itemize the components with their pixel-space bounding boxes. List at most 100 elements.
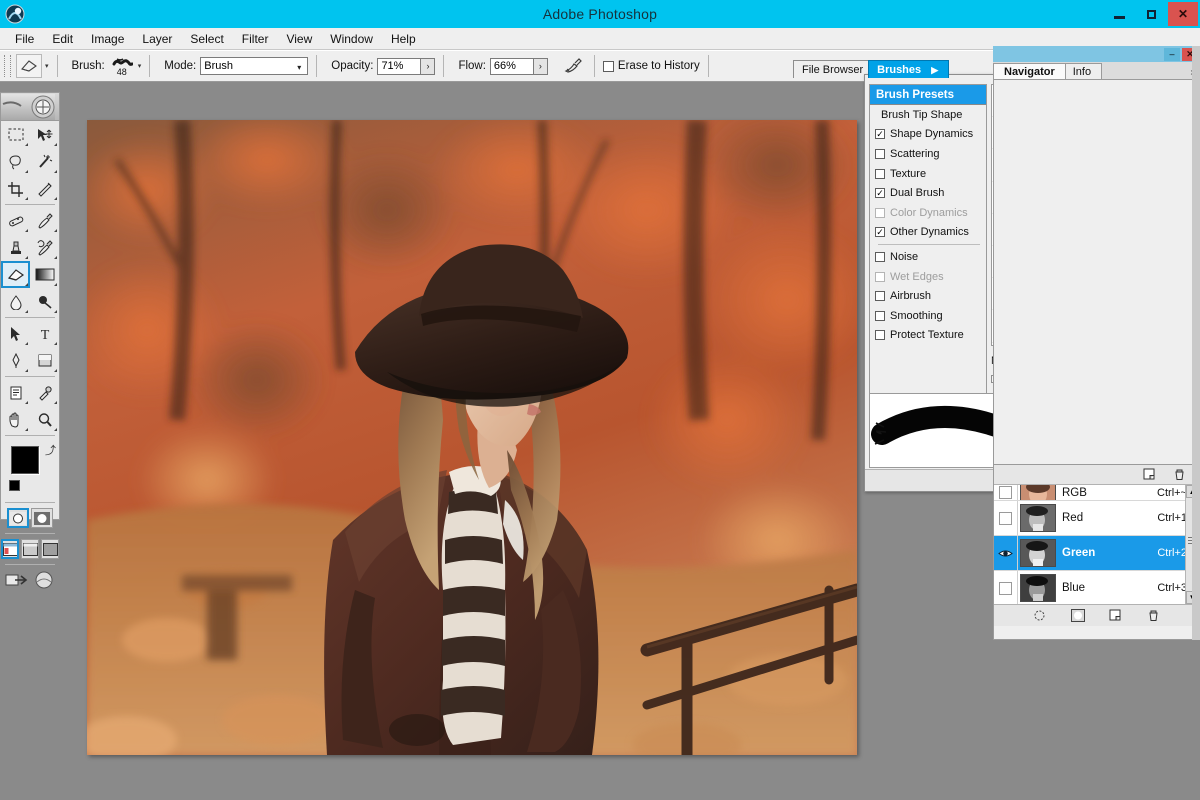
standard-mode-button[interactable] (7, 508, 29, 528)
move-tool[interactable] (30, 121, 59, 148)
airbrush-row[interactable]: Airbrush (870, 286, 986, 306)
opacity-slider-button[interactable]: › (421, 58, 435, 75)
options-bar-grip[interactable] (4, 55, 11, 77)
menu-image[interactable]: Image (82, 30, 133, 48)
menu-select[interactable]: Select (181, 30, 232, 48)
full-screen-menubar-mode-button[interactable] (21, 539, 39, 559)
tab-file-browser[interactable]: File Browser (793, 60, 874, 78)
blur-tool[interactable] (1, 288, 30, 315)
notes-tool[interactable] (1, 379, 30, 406)
type-tool[interactable]: T (30, 320, 59, 347)
maximize-button[interactable] (1136, 2, 1166, 26)
slice-tool[interactable] (30, 175, 59, 202)
jump-to-imageready-icon[interactable] (5, 570, 31, 590)
checkbox-checked-icon[interactable]: ✓ (875, 129, 885, 139)
default-colors-icon[interactable] (9, 480, 20, 491)
brush-caret-icon[interactable]: ▾ (138, 62, 142, 70)
smoothing-row[interactable]: Smoothing (870, 306, 986, 326)
channel-visibility-toggle[interactable] (994, 571, 1018, 604)
menu-edit[interactable]: Edit (43, 30, 82, 48)
other-dynamics-row[interactable]: ✓ Other Dynamics (870, 223, 986, 243)
crop-tool[interactable] (1, 175, 30, 202)
full-screen-mode-button[interactable] (41, 539, 59, 559)
flow-input[interactable]: 66% (490, 58, 534, 75)
dock-scrollbar[interactable] (1192, 46, 1200, 640)
quick-mask-mode-button[interactable] (31, 508, 53, 528)
table-row[interactable]: Red Ctrl+1 (994, 501, 1199, 536)
channels-list[interactable]: RGB Ctrl+~ Red Ctrl+1 (994, 485, 1199, 604)
tab-navigator[interactable]: Navigator (993, 63, 1066, 79)
table-row[interactable]: RGB Ctrl+~ (994, 485, 1199, 501)
table-row[interactable]: Blue Ctrl+3 (994, 571, 1199, 604)
shape-dynamics-row[interactable]: ✓ Shape Dynamics (870, 125, 986, 145)
new-channel-button[interactable] (1141, 467, 1157, 483)
dock-minimize-button[interactable]: – (1164, 48, 1180, 61)
checkbox-icon[interactable] (875, 291, 885, 301)
load-channel-as-selection-button[interactable] (1032, 608, 1048, 624)
checkbox-checked-icon[interactable]: ✓ (875, 227, 885, 237)
autumn-portrait-photo[interactable] (87, 120, 857, 755)
scattering-row[interactable]: Scattering (870, 144, 986, 164)
brush-tool[interactable] (30, 207, 59, 234)
save-selection-as-channel-button[interactable] (1070, 608, 1086, 624)
checkbox-icon[interactable] (875, 252, 885, 262)
navigator-panel-body[interactable] (993, 80, 1200, 496)
delete-channel-button[interactable] (1171, 467, 1187, 483)
go-to-bridge-icon[interactable] (33, 570, 55, 590)
menu-window[interactable]: Window (321, 30, 382, 48)
tab-brushes[interactable]: Brushes ▶ (868, 60, 949, 78)
table-row[interactable]: Green Ctrl+2 (994, 536, 1199, 571)
menu-file[interactable]: File (6, 30, 43, 48)
path-selection-tool[interactable] (1, 320, 30, 347)
opacity-input[interactable]: 71% (377, 58, 421, 75)
eraser-tool[interactable] (1, 261, 30, 288)
toolbox-header[interactable] (1, 93, 59, 121)
dodge-tool[interactable] (30, 288, 59, 315)
checkbox-icon[interactable] (875, 169, 885, 179)
flow-slider-button[interactable]: › (534, 58, 548, 75)
erase-to-history-checkbox[interactable]: Erase to History (603, 60, 700, 72)
current-tool-icon[interactable] (16, 54, 42, 78)
document-canvas-area[interactable] (61, 82, 861, 800)
shape-tool[interactable] (30, 347, 59, 374)
marquee-tool[interactable] (1, 121, 30, 148)
gradient-tool[interactable] (30, 261, 59, 288)
blend-mode-select[interactable]: Brush ▾ (200, 57, 308, 75)
airbrush-icon[interactable] (562, 57, 586, 75)
history-brush-tool[interactable] (30, 234, 59, 261)
brush-tip-shape-row[interactable]: Brush Tip Shape (870, 105, 986, 125)
close-button[interactable]: ✕ (1168, 2, 1198, 26)
brush-preview[interactable]: 48 (109, 56, 135, 76)
checkbox-icon[interactable] (875, 149, 885, 159)
minimize-button[interactable] (1104, 2, 1134, 26)
pen-tool[interactable] (1, 347, 30, 374)
eyedropper-tool[interactable] (30, 379, 59, 406)
swap-colors-icon[interactable]: ⤴ (45, 442, 56, 458)
foreground-color-swatch[interactable] (11, 446, 39, 474)
dual-brush-row[interactable]: ✓ Dual Brush (870, 183, 986, 203)
channel-visibility-toggle[interactable] (994, 485, 1018, 500)
magic-wand-tool[interactable] (30, 148, 59, 175)
brush-presets-header[interactable]: Brush Presets (870, 85, 986, 105)
checkbox-icon[interactable] (875, 311, 885, 321)
channel-visibility-toggle[interactable] (994, 536, 1018, 570)
zoom-tool[interactable] (30, 406, 59, 433)
tool-preset-caret-icon[interactable]: ▾ (45, 62, 49, 70)
menu-view[interactable]: View (277, 30, 321, 48)
checkbox-checked-icon[interactable]: ✓ (875, 188, 885, 198)
lasso-tool[interactable] (1, 148, 30, 175)
tab-info[interactable]: Info (1062, 63, 1102, 79)
standard-screen-mode-button[interactable] (1, 539, 19, 559)
menu-help[interactable]: Help (382, 30, 425, 48)
clone-stamp-tool[interactable] (1, 234, 30, 261)
healing-brush-tool[interactable] (1, 207, 30, 234)
texture-row[interactable]: Texture (870, 164, 986, 184)
menu-layer[interactable]: Layer (133, 30, 181, 48)
channel-visibility-toggle[interactable] (994, 501, 1018, 535)
protect-texture-row[interactable]: Protect Texture (870, 326, 986, 346)
checkbox-icon[interactable] (875, 330, 885, 340)
noise-row[interactable]: Noise (870, 247, 986, 267)
delete-current-channel-button[interactable] (1146, 608, 1162, 624)
hand-tool[interactable] (1, 406, 30, 433)
create-new-channel-button[interactable] (1108, 608, 1124, 624)
